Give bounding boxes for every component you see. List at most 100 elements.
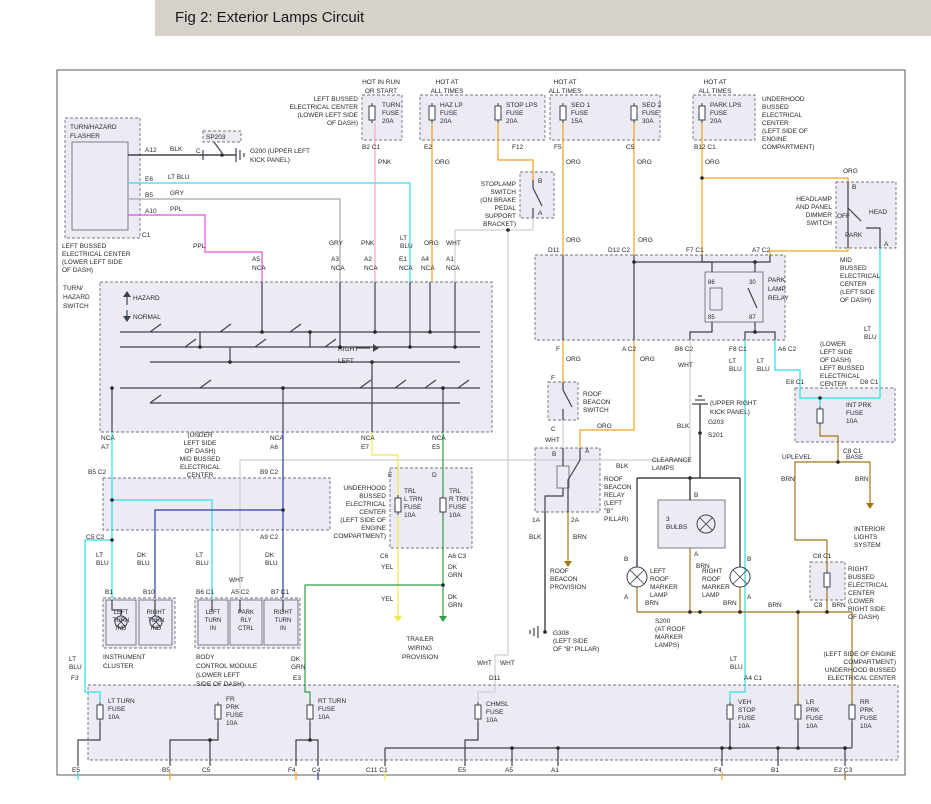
diagram-label: B7 C1 [271, 589, 289, 596]
junction-dot [543, 630, 547, 634]
diagram-label: ORG [637, 159, 652, 166]
diagram-label: B9 C2 [260, 469, 278, 476]
junction-dot [720, 746, 724, 750]
diagram-label: HEAD [869, 209, 887, 216]
diagram-label: WHT [678, 362, 693, 369]
diagram-label: D11 [489, 675, 501, 682]
fuse-icon [699, 106, 705, 120]
diagram-label: SP203 [206, 134, 226, 141]
diagram-label: F12 [512, 144, 524, 151]
fuse-icon [824, 573, 830, 587]
junction-dot [698, 610, 702, 614]
diagram-label: A [585, 448, 590, 455]
diagram-label: BRN [855, 476, 869, 483]
fuse-icon [215, 705, 221, 719]
diagram-label: C4 [312, 767, 321, 774]
diagram-label: G203 [708, 419, 724, 426]
diagram-label: F [556, 346, 560, 353]
diagram-label: C1 [142, 232, 151, 239]
diagram-label: BLK [529, 534, 542, 541]
diagram-label: A9 C2 [260, 534, 278, 541]
diagram-label: C5 [202, 767, 211, 774]
diagram-label: B1 [771, 767, 779, 774]
junction-dot [428, 330, 432, 334]
junction-dot [753, 260, 757, 264]
diagram-label: A6 C3 [448, 553, 466, 560]
diagram-label: B6 C2 [675, 346, 693, 353]
diagram-label: A1 [551, 767, 559, 774]
wiring-diagram-svg: HOT IN RUNOR STARTHOT ATALL TIMESHOT ATA… [0, 0, 931, 804]
diagram-label: A6 C2 [778, 346, 796, 353]
diagram-label: YEL [381, 596, 394, 603]
diagram-label: ORG [566, 159, 581, 166]
diagram-label: ORG [566, 237, 581, 244]
diagram-label: YEL [381, 564, 394, 571]
diagram-label: BASE [846, 454, 864, 461]
junction-dot [370, 360, 374, 364]
diagram-label: ORG [435, 159, 450, 166]
diagram-label: GRY [170, 190, 185, 197]
junction-dot [228, 360, 232, 364]
diagram-label: WHT [500, 660, 515, 667]
fuse-icon [369, 106, 375, 120]
diagram-label: A [884, 241, 889, 248]
diagram-label: B [538, 178, 542, 185]
diagram-label: ORG [705, 159, 720, 166]
junction-dot [453, 345, 457, 349]
diagram-label: PPL [193, 243, 206, 250]
diagram-label: E2 [424, 144, 432, 151]
diagram-label: S201 [708, 432, 724, 439]
diagram-label: B10 [143, 589, 155, 596]
diagram-label: 30 [749, 280, 756, 286]
diagram-label: PNK [378, 159, 392, 166]
turn-hazard-switch-box [100, 282, 492, 432]
diagram-label: BRN [781, 476, 795, 483]
diagram-label: A C2 [622, 346, 636, 353]
diagram-label: C11 C1 [366, 767, 388, 774]
page: Fig 2: Exterior Lamps Circuit HOT IN RUN… [0, 0, 931, 804]
diagram-label: WHT [446, 240, 461, 247]
fuse-icon [97, 705, 103, 719]
diagram-label: F8 C1 [729, 346, 747, 353]
diagram-label: B [694, 492, 698, 499]
junction-dot [373, 330, 377, 334]
diagram-label: BLK [677, 423, 690, 430]
junction-dot [308, 738, 312, 742]
diagram-label: PPL [170, 206, 183, 213]
diagram-label: PNK [361, 240, 375, 247]
diagram-label: A4 C1 [744, 675, 762, 682]
diagram-label: WHT [545, 437, 560, 444]
junction-dot [208, 738, 212, 742]
junction-dot [796, 746, 800, 750]
diagram-label: C5 C2 [86, 534, 105, 541]
junction-dot [281, 508, 285, 512]
diagram-label: BRN [573, 534, 587, 541]
diagram-label: HAZARD [133, 295, 160, 302]
fuse-icon [817, 409, 823, 423]
diagram-label: OFF [837, 213, 850, 220]
junction-dot [688, 610, 692, 614]
diagram-label: BRN [768, 602, 782, 609]
diagram-label: A5 [505, 767, 513, 774]
diagram-label: E [388, 472, 393, 479]
diagram-label: E5 [72, 767, 80, 774]
diagram-label: ORG [640, 356, 655, 363]
diagram-label: A7 C2 [752, 247, 770, 254]
junction-dot [728, 746, 732, 750]
diagram-label: C [551, 426, 556, 433]
fuse-icon [429, 106, 435, 120]
diagram-label: BRN [645, 600, 659, 607]
diagram-label: WHT [229, 577, 244, 584]
diagram-label: B5 [162, 767, 170, 774]
diagram-label: E8 C1 [786, 379, 804, 386]
junction-dot [688, 476, 692, 480]
diagram-label: B [552, 451, 556, 458]
diagram-label: 2A [571, 517, 580, 524]
diagram-label: ORG [424, 240, 439, 247]
diagram-label: A [694, 551, 699, 558]
junction-dot [825, 610, 829, 614]
diagram-label: ORG [843, 168, 858, 175]
diagram-label: (LEFT SIDE OF ENGINECOMPARTMENT)UNDERHOO… [824, 651, 897, 682]
diagram-label: F4 [714, 767, 722, 774]
diagram-label: B [624, 556, 628, 563]
